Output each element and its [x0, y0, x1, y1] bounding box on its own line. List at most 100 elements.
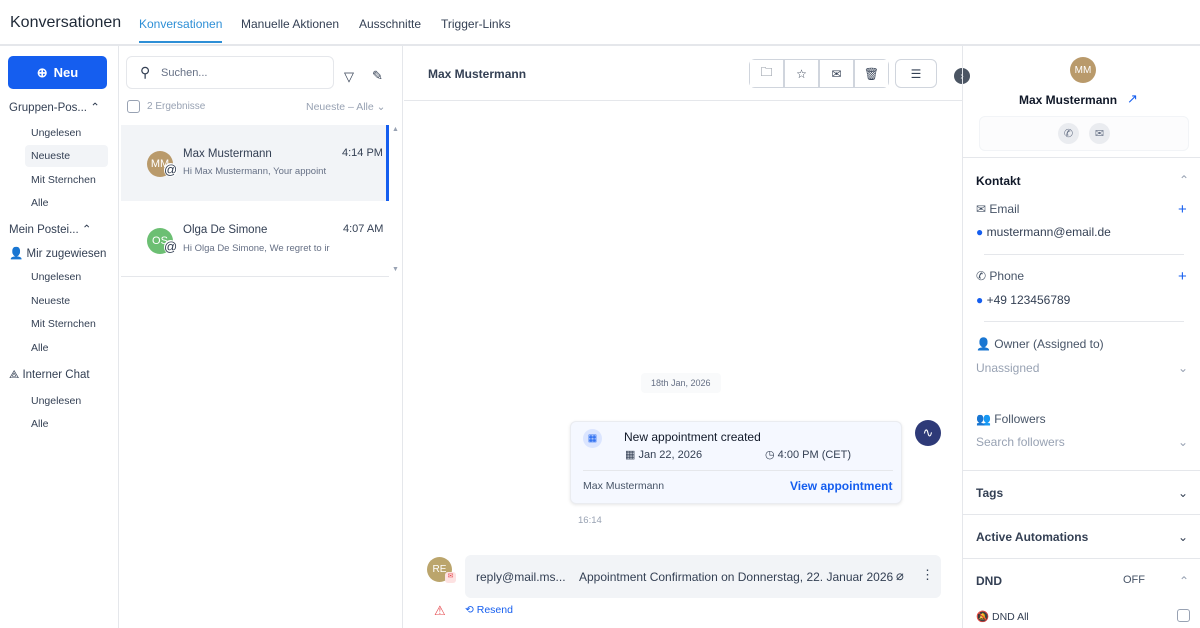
external-link-icon[interactable]: ↗ [1127, 91, 1138, 107]
message-preview: Hi Olga De Simone, We regret to ir [183, 243, 330, 254]
dnd-status: OFF [1123, 574, 1145, 586]
results-count: 2 Ergebnisse [147, 101, 206, 112]
contact-avatar: MM [1070, 57, 1096, 83]
email-failed-icon: ✉ [445, 572, 456, 583]
phone-value: +49 123456789 [986, 293, 1071, 307]
folder-icon[interactable]: 🗀 [749, 59, 784, 88]
tab-manuelle-aktionen[interactable]: Manuelle Aktionen [241, 17, 339, 31]
contact-name: Max Mustermann [183, 148, 272, 160]
followers-search[interactable]: Search followers ⌄ [976, 435, 1188, 449]
chevron-up-icon: ⌃ [81, 224, 92, 236]
message-preview: Hi Max Mustermann, Your appoint [183, 166, 327, 177]
contact-section-title: Kontakt [976, 174, 1021, 188]
add-email-button[interactable]: + [1178, 201, 1187, 218]
email-channel-icon: @ [164, 239, 178, 254]
chevron-up-icon[interactable]: ⌃ [1179, 173, 1189, 187]
group-all[interactable]: Alle [31, 197, 49, 209]
internal-unread[interactable]: Ungelesen [31, 395, 81, 407]
email-label: Email [989, 202, 1020, 216]
search-input[interactable]: Suchen... [126, 56, 334, 89]
chevron-up-icon: ⌃ [90, 102, 100, 114]
compose-icon[interactable]: ✎ [372, 68, 383, 84]
appointment-title: New appointment created [624, 430, 761, 444]
user-plus-icon: 👤 [9, 248, 24, 260]
date-divider: 18th Jan, 2026 [641, 373, 721, 393]
chevron-down-icon: ⌄ [1177, 361, 1188, 375]
view-appointment-link[interactable]: View appointment [790, 479, 892, 493]
network-icon: ⟁ [9, 369, 20, 381]
email-from: reply@mail.ms... [476, 570, 566, 584]
search-icon: ⚲ [140, 64, 151, 80]
more-options-icon[interactable]: ⋮ [921, 567, 934, 583]
activity-icon: ∿ [915, 420, 941, 446]
tab-trigger-links[interactable]: Trigger-Links [441, 17, 511, 31]
conversation-panel [404, 46, 962, 628]
message-time: 4:14 PM [342, 147, 383, 159]
tab-ausschnitte[interactable]: Ausschnitte [359, 17, 421, 31]
assigned-all[interactable]: Alle [31, 342, 49, 354]
message-timestamp: 16:14 [578, 515, 602, 526]
contact-name: Olga De Simone [183, 224, 268, 236]
user-icon: 👤 [976, 337, 991, 351]
app-title: Konversationen [10, 14, 122, 31]
phone-icon: ✆ [976, 269, 987, 283]
calendar-icon: ▦ [625, 449, 636, 461]
clock-icon: ◷ [765, 449, 775, 461]
add-phone-button[interactable]: + [1178, 268, 1187, 285]
group-newest[interactable]: Neueste [25, 145, 108, 167]
tags-section[interactable]: Tags ⌄ [976, 486, 1188, 500]
internal-all[interactable]: Alle [31, 418, 49, 430]
chevron-down-icon: ⌄ [1177, 530, 1188, 544]
new-button[interactable]: ⊕ Neu [8, 56, 107, 89]
message-time: 4:07 AM [343, 223, 384, 235]
group-inbox-toggle[interactable]: Gruppen-Pos... ⌃ [9, 100, 100, 114]
followers-label: Followers [994, 412, 1046, 426]
chevron-down-icon: ⌄ [1177, 435, 1188, 449]
mail-icon[interactable]: ✉ [819, 59, 854, 88]
appointment-date: ▦ Jan 22, 2026 [625, 449, 703, 461]
sort-dropdown[interactable]: Neueste – Alle ⌄ [306, 101, 385, 113]
phone-label: Phone [989, 269, 1025, 283]
trash-icon[interactable]: 🗑 [854, 59, 889, 88]
automations-section[interactable]: Active Automations ⌄ [976, 530, 1188, 544]
group-starred[interactable]: Mit Sternchen [31, 174, 96, 186]
assigned-unread[interactable]: Ungelesen [31, 271, 81, 283]
my-inbox-toggle[interactable]: Mein Postei... ⌃ [9, 222, 92, 236]
chat-plus-icon: ⊕ [36, 64, 48, 80]
scroll-down-arrow[interactable]: ▼ [392, 266, 399, 273]
email-subject: Appointment Confirmation on Donnerstag, … [579, 570, 894, 584]
contact-name: Max Mustermann [1019, 93, 1118, 107]
scroll-up-arrow[interactable]: ▲ [392, 126, 399, 133]
email-value: mustermann@email.de [986, 225, 1111, 239]
filter-lines-icon[interactable]: ☰ [895, 59, 937, 88]
users-icon: 👥 [976, 412, 991, 426]
star-icon[interactable]: ☆ [784, 59, 819, 88]
select-all-checkbox[interactable] [127, 100, 140, 113]
mail-icon: ✉ [976, 202, 987, 216]
chevron-down-icon: ⌄ [376, 101, 386, 113]
calendar-icon: ▦ [583, 429, 602, 448]
assigned-starred[interactable]: Mit Sternchen [31, 318, 96, 330]
internal-chat[interactable]: ⟁ Interner Chat [9, 369, 90, 382]
filter-icon[interactable]: ▽ [344, 69, 354, 85]
group-unread[interactable]: Ungelesen [31, 127, 81, 139]
tab-konversationen[interactable]: Konversationen [139, 17, 223, 43]
mail-icon[interactable]: ✉ [1089, 123, 1110, 144]
appointment-time: ◷ 4:00 PM (CET) [765, 449, 852, 461]
phone-icon[interactable]: ✆ [1058, 123, 1079, 144]
chevron-down-icon: ⌄ [1177, 486, 1188, 500]
owner-label: Owner (Assigned to) [994, 337, 1104, 351]
assigned-to-me[interactable]: 👤 Mir zugewiesen [9, 246, 106, 260]
resend-icon: ⟲ [465, 604, 474, 616]
resend-button[interactable]: ⟲ Resend [465, 604, 513, 616]
dnd-all-label: DND All [992, 611, 1029, 623]
assigned-newest[interactable]: Neueste [31, 295, 70, 307]
conversation-title: Max Mustermann [428, 67, 527, 81]
chevron-up-icon[interactable]: ⌃ [1179, 574, 1189, 588]
dnd-section-title: DND [976, 574, 1002, 588]
owner-select[interactable]: Unassigned ⌄ [976, 361, 1188, 375]
attachment-icon: ⌀ [896, 568, 904, 583]
dnd-all-checkbox[interactable] [1177, 609, 1190, 622]
appointment-contact: Max Mustermann [583, 480, 665, 492]
warning-icon: ⚠ [434, 603, 446, 618]
